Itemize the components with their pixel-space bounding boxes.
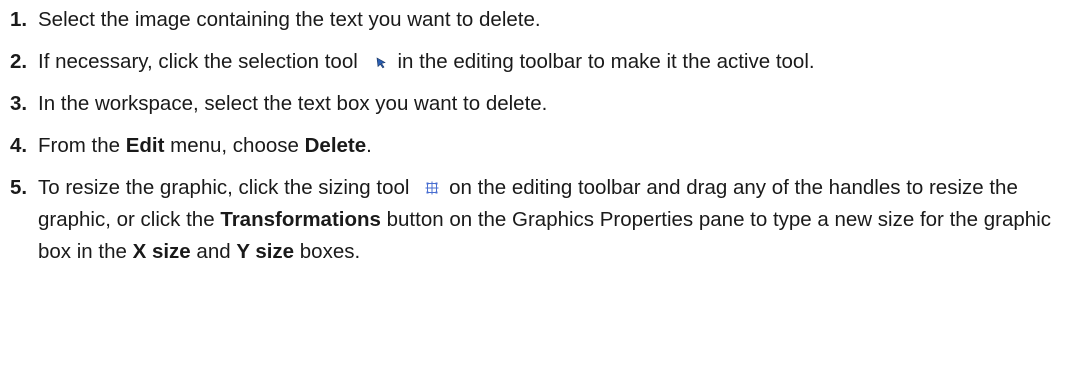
step-text-part: and xyxy=(190,240,237,263)
step-text-after: in the editing toolbar to make it the ac… xyxy=(397,50,815,73)
step-text-part: . xyxy=(366,134,372,157)
step-2: 2. If necessary, click the selection too… xyxy=(0,46,1070,78)
step-text-part: menu, choose xyxy=(164,134,305,157)
step-text: In the workspace, select the text box yo… xyxy=(38,92,548,115)
instruction-steps: 1. Select the image containing the text … xyxy=(0,0,1070,268)
step-text-part: From the xyxy=(38,134,126,157)
step-text-part: To resize the graphic, click the sizing … xyxy=(38,176,410,199)
delete-command-term: Delete xyxy=(304,134,367,157)
step-3: 3. In the workspace, select the text box… xyxy=(0,88,1070,120)
selection-tool-icon xyxy=(376,57,386,69)
y-size-term: Y size xyxy=(236,240,295,263)
step-number: 5. xyxy=(10,176,28,199)
step-text: Select the image containing the text you… xyxy=(38,8,541,31)
step-4: 4. From the Edit menu, choose Delete. xyxy=(0,130,1070,162)
edit-menu-term: Edit xyxy=(125,134,165,157)
step-text-before: If necessary, click the selection tool xyxy=(38,50,358,73)
sizing-tool-icon xyxy=(425,181,439,195)
step-number: 4. xyxy=(10,134,28,157)
transformations-button-term: Transformations xyxy=(220,208,381,231)
step-text-part: boxes. xyxy=(294,240,361,263)
x-size-term: X size xyxy=(132,240,191,263)
step-number: 2. xyxy=(10,50,28,73)
step-number: 1. xyxy=(10,8,28,31)
step-5: 5. To resize the graphic, click the sizi… xyxy=(0,172,1070,268)
step-number: 3. xyxy=(10,92,28,115)
step-1: 1. Select the image containing the text … xyxy=(0,4,1070,36)
